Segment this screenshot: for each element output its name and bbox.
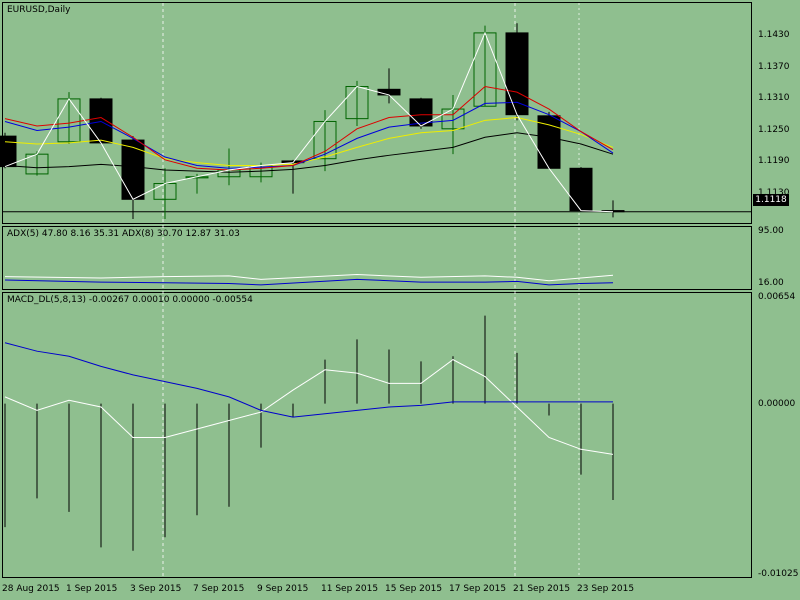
date-tick-label: 15 Sep 2015 [385,584,443,594]
date-tick-label: 9 Sep 2015 [257,584,309,594]
adx-secondary-line [4,278,614,286]
current-price-label: 1.1118 [753,194,789,206]
date-tick-label: 28 Aug 2015 [2,584,60,594]
candle-bear [121,139,145,200]
price-tick-label: 1.1310 [758,93,790,103]
date-tick-label: 1 Sep 2015 [66,584,118,594]
macd-tick-label: 0.00654 [758,292,796,302]
macd-tick-label: -0.01025 [758,569,799,579]
date-tick-label: 11 Sep 2015 [321,584,379,594]
candle-bear [569,167,593,212]
price-tick-label: 1.1370 [758,62,790,72]
candle-bear [537,115,561,169]
adx-tick-label: 16.00 [758,278,784,288]
candle-bear [377,88,401,96]
date-tick-label: 17 Sep 2015 [449,584,507,594]
date-tick-label: 3 Sep 2015 [130,584,182,594]
date-tick-label: 21 Sep 2015 [513,584,571,594]
price-tick-label: 1.1430 [758,30,790,40]
candle-bear [89,98,113,144]
price-tick-label: 1.1250 [758,125,790,135]
macd-tick-label: 0.00000 [758,399,796,409]
chart-canvas [0,3,752,577]
date-tick-label: 23 Sep 2015 [577,584,635,594]
price-tick-label: 1.1190 [758,156,790,166]
candle-bear [0,135,17,168]
adx-main-line [4,274,614,282]
adx-tick-label: 95.00 [758,226,784,236]
macd-main-line [4,359,614,455]
date-tick-label: 7 Sep 2015 [193,584,245,594]
